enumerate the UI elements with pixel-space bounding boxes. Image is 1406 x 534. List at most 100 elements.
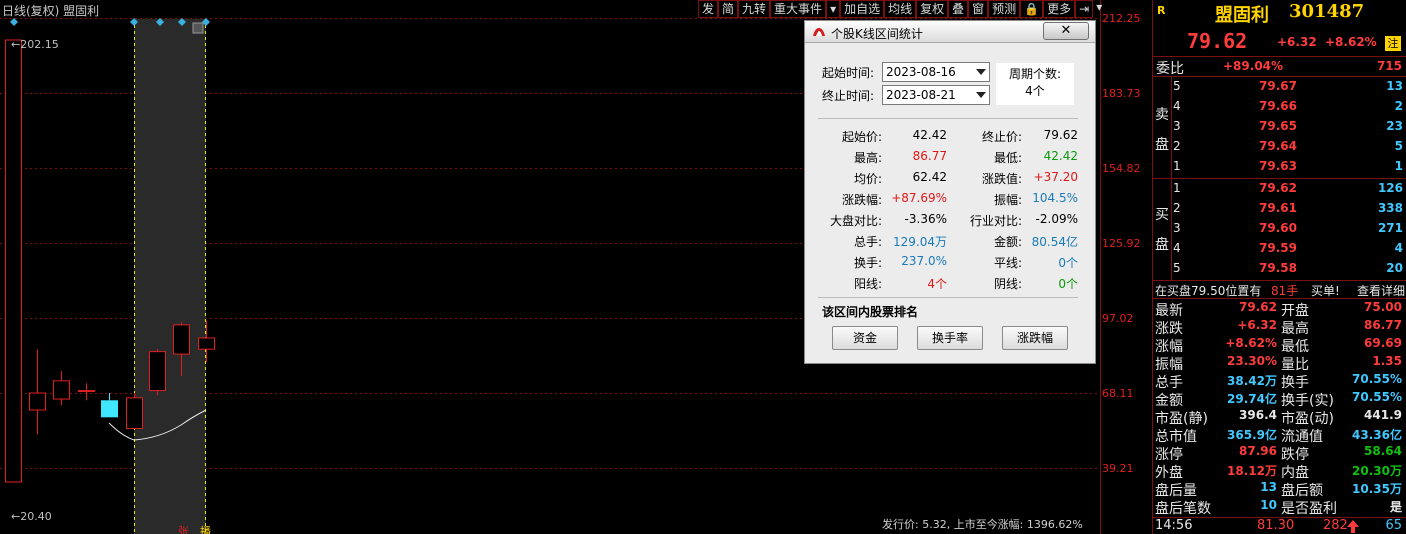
- quote-value: 58.64: [1364, 444, 1402, 458]
- stat-value: -2.09%: [1035, 212, 1078, 226]
- price-tick: 68.11: [1102, 387, 1134, 400]
- price-tick: 97.02: [1102, 312, 1134, 325]
- stat-label: 涨跌幅:: [841, 193, 882, 207]
- order-book-level: 1: [1173, 181, 1181, 195]
- toolbar-button-adjust[interactable]: 复权: [916, 0, 949, 18]
- order-book-level: 5: [1173, 261, 1181, 275]
- toolbar-button-window[interactable]: 窗: [968, 0, 989, 18]
- quote-label: 金额: [1155, 393, 1183, 409]
- toolbar-button-jian[interactable]: 简: [718, 0, 739, 18]
- stat-value: 86.77: [912, 149, 947, 163]
- quote-label: 最新: [1155, 303, 1183, 319]
- quote-value: 38.42万: [1227, 374, 1277, 388]
- order-book-row[interactable]: 3 79.60 271: [1173, 220, 1405, 239]
- quote-label: 换手(实): [1281, 393, 1334, 409]
- order-book-level: 1: [1173, 159, 1181, 173]
- toolbar-button-more[interactable]: 更多: [1043, 0, 1076, 18]
- divider: [1171, 179, 1172, 280]
- quote-label: 跌停: [1281, 447, 1309, 463]
- stat-label: 阴线:: [993, 277, 1022, 291]
- view-detail-link[interactable]: 查看详细: [1357, 282, 1405, 299]
- tick-price: 81.30: [1257, 518, 1295, 533]
- event-mark[interactable]: 张: [178, 523, 189, 534]
- lock-icon[interactable]: 🔒: [1020, 0, 1044, 18]
- candle-body: [126, 397, 143, 429]
- price-tick: 154.82: [1102, 162, 1141, 175]
- divider: [818, 297, 1078, 298]
- close-icon[interactable]: ✕: [1043, 22, 1089, 40]
- close-selection-icon: [192, 22, 204, 34]
- toolbar-menu-icon[interactable]: ▾: [1093, 0, 1105, 18]
- tick-count: 65: [1385, 518, 1402, 533]
- order-book-price: 79.66: [1259, 99, 1297, 113]
- candle-body: [173, 324, 190, 355]
- toolbar-button-forecast[interactable]: 预测: [988, 0, 1021, 18]
- order-book-row[interactable]: 3 79.65 23: [1173, 118, 1405, 137]
- quote-value: 13: [1260, 480, 1277, 494]
- quote-value: 396.4: [1239, 408, 1277, 422]
- rank-by-change-button[interactable]: 涨跌幅: [1002, 326, 1068, 350]
- order-book-volume: 126: [1377, 181, 1403, 195]
- quote-value: 70.55%: [1352, 372, 1402, 386]
- order-book-price: 79.62: [1259, 181, 1297, 195]
- start-time-value: 2023-08-16: [886, 65, 956, 79]
- period-count-box: 周期个数: 4个: [996, 63, 1074, 105]
- order-book-row[interactable]: 5 79.58 20: [1173, 260, 1405, 279]
- toolbar-button-jiuzhuan[interactable]: 九转: [738, 0, 771, 18]
- order-book-row[interactable]: 5 79.67 13: [1173, 78, 1405, 97]
- order-book-row[interactable]: 2 79.61 338: [1173, 200, 1405, 219]
- stat-label: 最低:: [993, 151, 1022, 165]
- quote-value: 75.00: [1364, 300, 1402, 314]
- order-book-level: 5: [1173, 79, 1181, 93]
- order-book-price: 79.61: [1259, 201, 1297, 215]
- chart-toolbar: 发 简 九转 重大事件 ▾ 加自选 均线 复权 叠 窗 预测 🔒 更多 ⇥ ▾: [698, 0, 1105, 18]
- toolbar-button-overlay[interactable]: 叠: [948, 0, 969, 18]
- order-book-row[interactable]: 4 79.66 2: [1173, 98, 1405, 117]
- toolbar-dropdown-icon[interactable]: ▾: [826, 0, 841, 18]
- chart-title: 日线(复权) 盟固利: [2, 4, 100, 18]
- stat-label: 金额:: [993, 235, 1022, 249]
- quote-value: 1.35: [1372, 354, 1402, 368]
- toolbar-button-moving-average[interactable]: 均线: [884, 0, 917, 18]
- order-book-price: 79.64: [1259, 139, 1297, 153]
- quote-label: 市盈(动): [1281, 411, 1334, 427]
- quote-label: 盘后额: [1281, 483, 1323, 499]
- exit-panel-icon[interactable]: ⇥: [1075, 0, 1094, 18]
- toolbar-button-add-watchlist[interactable]: 加自选: [840, 0, 885, 18]
- rank-by-capital-button[interactable]: 资金: [832, 326, 898, 350]
- order-book-level: 2: [1173, 201, 1181, 215]
- toolbar-button-major-events[interactable]: 重大事件: [770, 0, 827, 18]
- order-book-volume: 4: [1394, 241, 1403, 255]
- r-badge: R: [1157, 4, 1166, 17]
- stat-label: 换手:: [853, 256, 882, 270]
- candle-body: [101, 400, 118, 418]
- event-mark[interactable]: 播: [200, 523, 211, 534]
- stat-value: 42.42: [912, 128, 947, 142]
- order-book-volume: 1: [1394, 159, 1403, 173]
- order-book-row[interactable]: 4 79.59 4: [1173, 240, 1405, 259]
- stat-value: 4个: [927, 277, 947, 291]
- quote-value: 79.62: [1239, 300, 1277, 314]
- order-book-price: 79.58: [1259, 261, 1297, 275]
- stat-label: 总手:: [853, 235, 882, 249]
- start-time-select[interactable]: 2023-08-16: [882, 62, 990, 82]
- price-tick: 212.25: [1102, 12, 1141, 25]
- order-book-row[interactable]: 1 79.63 1: [1173, 158, 1405, 177]
- webi-diff: 715: [1376, 59, 1402, 73]
- quote-label: 涨跌: [1155, 321, 1183, 337]
- toolbar-button-fa[interactable]: 发: [698, 0, 719, 18]
- quote-label: 总手: [1155, 375, 1183, 391]
- order-book-price: 79.65: [1259, 119, 1297, 133]
- dialog-titlebar[interactable]: 个股K线区间统计 ✕: [805, 21, 1095, 43]
- end-time-select[interactable]: 2023-08-21: [882, 85, 990, 105]
- quote-value: 70.55%: [1352, 390, 1402, 404]
- rank-by-turnover-button[interactable]: 换手率: [917, 326, 983, 350]
- quote-value: 10: [1260, 498, 1277, 512]
- quote-label: 市盈(静): [1155, 411, 1208, 427]
- note-badge[interactable]: 注: [1385, 36, 1401, 51]
- order-book-row[interactable]: 1 79.62 126: [1173, 180, 1405, 199]
- candle-body: [53, 380, 70, 400]
- order-book-row[interactable]: 2 79.64 5: [1173, 138, 1405, 157]
- divider: [1153, 298, 1406, 299]
- order-book-level: 4: [1173, 99, 1181, 113]
